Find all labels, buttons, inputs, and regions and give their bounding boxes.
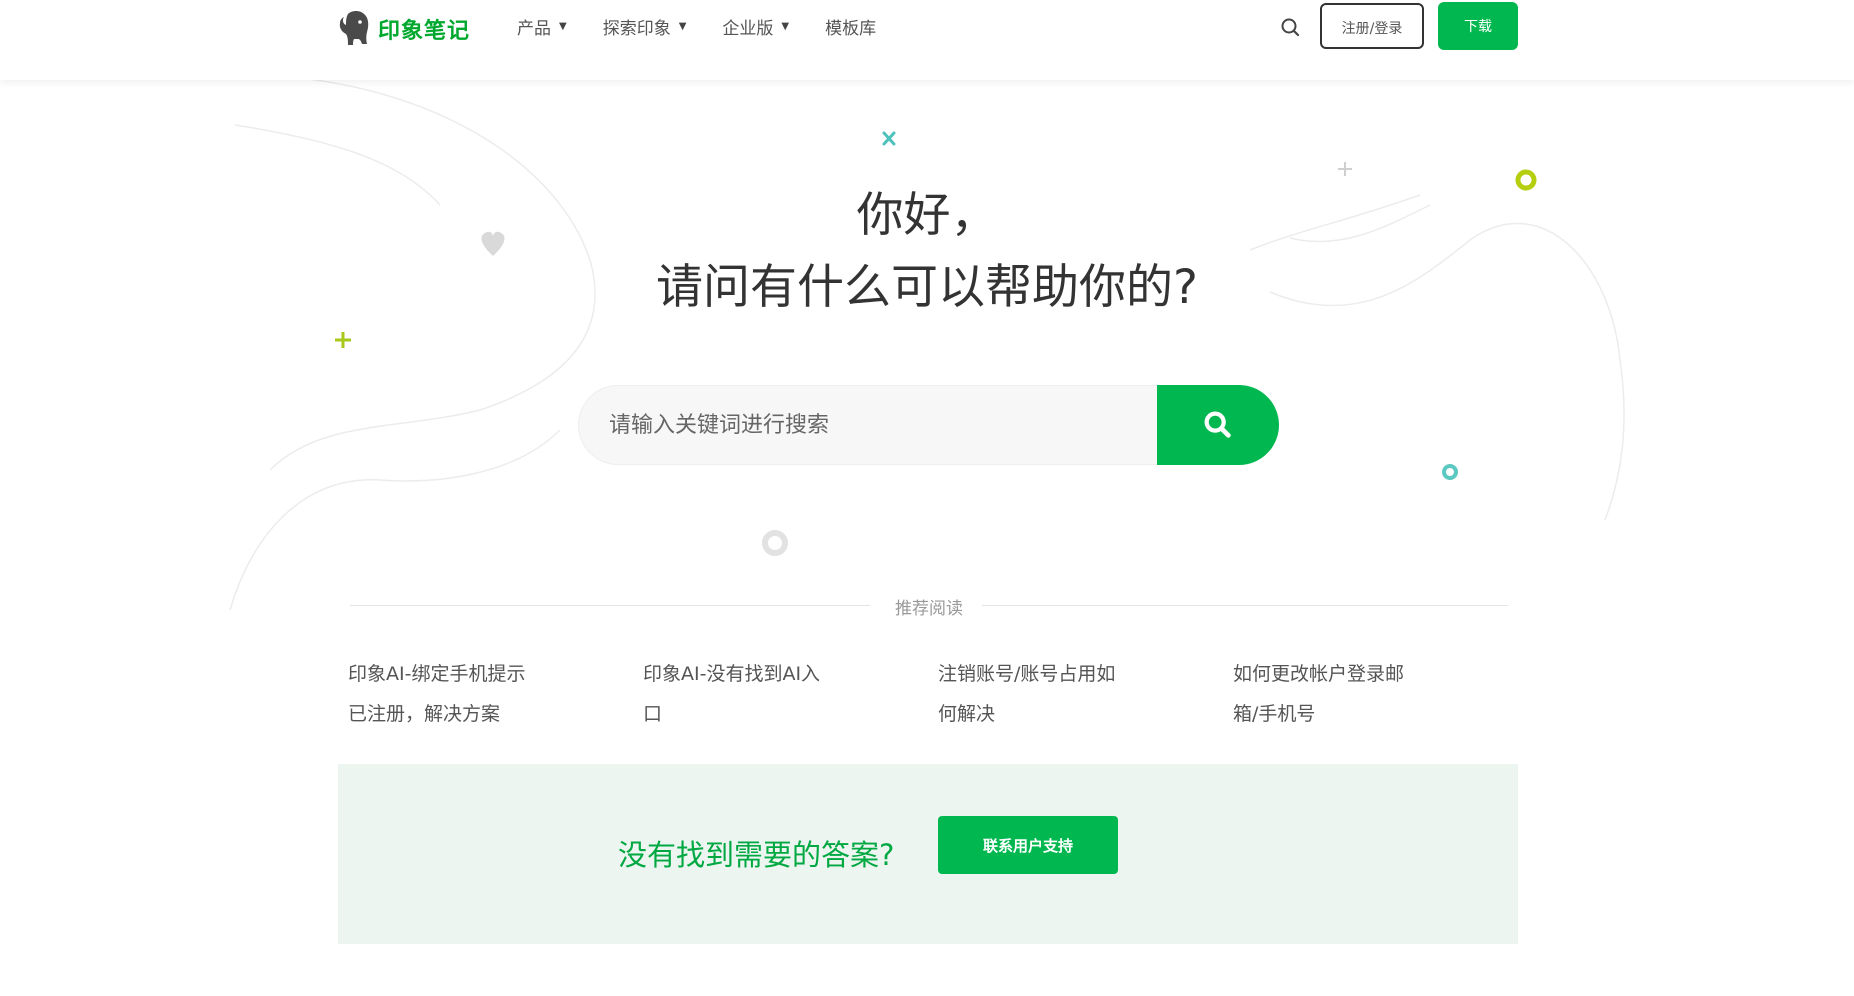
- search-input[interactable]: [609, 386, 1149, 464]
- logo[interactable]: 印象笔记: [336, 8, 470, 50]
- article-title-line: 注销账号/账号占用如: [938, 663, 1116, 685]
- article-link[interactable]: 注销账号/账号占用如 何解决: [938, 654, 1138, 734]
- help-center-page: 印象笔记 产品 ▼ 探索印象 ▼ 企业版 ▼ 模板库 注册/登录 下载 你好， …: [0, 0, 1854, 996]
- nav-item-products[interactable]: 产品 ▼: [517, 14, 567, 39]
- nav-item-explore[interactable]: 探索印象 ▼: [603, 14, 687, 39]
- nav-item-label: 企业版: [722, 19, 774, 39]
- plus-mark-icon: [1338, 162, 1352, 176]
- article-title-line: 如何更改帐户登录邮: [1233, 663, 1405, 685]
- search-icon: [1281, 18, 1300, 37]
- nav-item-label: 产品: [517, 19, 551, 39]
- search-icon: [1204, 411, 1231, 438]
- nav-item-label: 探索印象: [602, 19, 671, 39]
- recommended-label: 推荐阅读: [895, 599, 963, 619]
- logo-text: 印象笔记: [378, 19, 471, 44]
- article-link[interactable]: 印象AI-没有找到AI入 口: [643, 654, 843, 734]
- article-title-line: 箱/手机号: [1233, 703, 1316, 725]
- plus-mark-icon: [335, 332, 351, 348]
- article-title-line: 印象AI-绑定手机提示: [348, 663, 526, 685]
- support-prompt: 没有找到需要的答案?: [618, 838, 895, 872]
- elephant-logo-icon: [339, 11, 369, 45]
- caret-down-icon: ▼: [781, 21, 790, 32]
- nav-item-templates[interactable]: 模板库: [825, 14, 876, 39]
- caret-down-icon: ▼: [559, 21, 567, 32]
- article-title-line: 何解决: [938, 703, 996, 725]
- support-banner: 没有找到需要的答案? 联系用户支持: [338, 764, 1518, 944]
- download-button[interactable]: 下载: [1438, 2, 1518, 50]
- contact-support-button[interactable]: 联系用户支持: [938, 816, 1118, 874]
- hero-greeting: 你好， 请问有什么可以帮助你的?: [0, 180, 1854, 324]
- article-title-line: 口: [643, 703, 663, 725]
- recommended-header: 推荐阅读: [350, 594, 1508, 619]
- main-nav: 产品 ▼ 探索印象 ▼ 企业版 ▼ 模板库: [517, 14, 912, 39]
- top-navigation-bar: 印象笔记 产品 ▼ 探索印象 ▼ 企业版 ▼ 模板库 注册/登录 下载: [0, 0, 1854, 80]
- login-register-button[interactable]: 注册/登录: [1320, 3, 1424, 49]
- ring-mark-icon: [762, 530, 788, 556]
- nav-item-label: 模板库: [825, 19, 877, 39]
- nav-item-enterprise[interactable]: 企业版 ▼: [722, 14, 789, 39]
- article-title-line: 印象AI-没有找到AI入: [643, 663, 821, 685]
- caret-down-icon: ▼: [678, 21, 687, 32]
- hero-line-1: 你好，: [856, 188, 998, 243]
- search-submit-button[interactable]: [1157, 385, 1279, 465]
- header-search-button[interactable]: [1278, 15, 1304, 41]
- ring-mark-icon: [1442, 464, 1458, 480]
- article-link[interactable]: 印象AI-绑定手机提示 已注册，解决方案: [348, 654, 548, 734]
- search-bar: [578, 385, 1279, 465]
- article-title-line: 已注册，解决方案: [348, 703, 501, 725]
- hero-line-2: 请问有什么可以帮助你的?: [656, 260, 1198, 315]
- cross-mark-icon: [882, 131, 896, 146]
- article-link[interactable]: 如何更改帐户登录邮 箱/手机号: [1233, 654, 1433, 734]
